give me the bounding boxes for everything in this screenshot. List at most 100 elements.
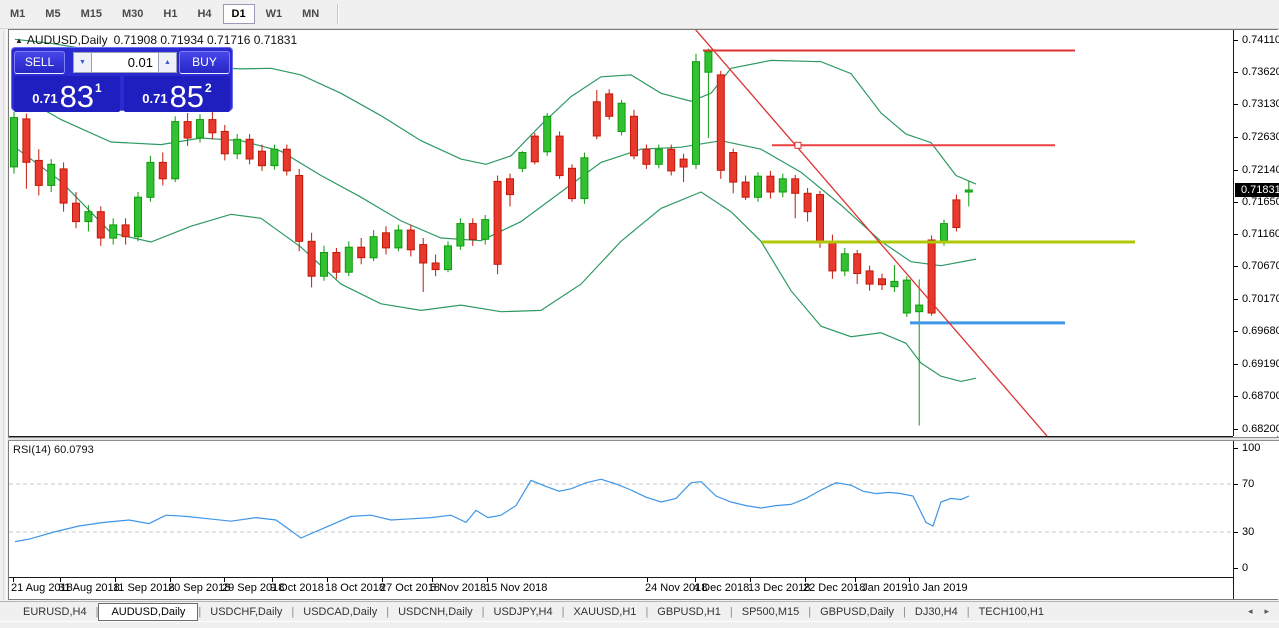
sell-button[interactable]: SELL — [14, 51, 65, 74]
price-axis[interactable]: 0.741100.736200.731300.726300.721400.716… — [1233, 30, 1279, 436]
rsi-canvas[interactable] — [9, 441, 1233, 577]
chart-tab-gbpusd-h1[interactable]: GBPUSD,H1 — [648, 604, 730, 620]
volume-increase-icon[interactable]: ▲ — [159, 52, 177, 73]
chart-tab-usdcnh-daily[interactable]: USDCNH,Daily — [389, 604, 482, 620]
chart-tab-audusd-daily[interactable]: AUDUSD,Daily — [98, 603, 198, 621]
price-axis-tick — [1234, 364, 1238, 365]
date-axis-label: 31 Aug 2018 — [58, 582, 120, 594]
window-gutter — [3, 30, 7, 600]
rsi-axis[interactable]: 10070300 — [1233, 441, 1279, 578]
price-axis-tick — [1234, 429, 1238, 430]
chart-symbol-label: AUDUSD,Daily — [27, 33, 108, 47]
candle-body — [358, 247, 365, 258]
price-axis-label: 0.71160 — [1242, 228, 1279, 240]
candle-body — [618, 103, 625, 131]
chart-tab-usdchf-daily[interactable]: USDCHF,Daily — [201, 604, 291, 620]
timeframe-button-d1[interactable]: D1 — [223, 4, 255, 24]
candle-body — [469, 224, 476, 240]
candle-body — [606, 94, 613, 116]
volume-input[interactable]: 0.01 — [92, 52, 159, 73]
timeframe-button-m5[interactable]: M5 — [36, 4, 69, 24]
candle-body — [48, 164, 55, 185]
trade-panel-controls-row: SELL ▼ 0.01 ▲ BUY — [14, 50, 230, 75]
timeframe-button-h4[interactable]: H4 — [188, 4, 220, 24]
price-chart-area[interactable]: ▲ AUDUSD,Daily 0.71908 0.71934 0.71716 0.7… — [9, 30, 1233, 437]
candle-body — [569, 168, 576, 198]
price-axis-tick — [1234, 170, 1238, 171]
price-axis-label: 0.69190 — [1242, 358, 1279, 370]
buy-price-big: 85 — [170, 84, 204, 110]
candle-body — [507, 179, 514, 195]
candle-body — [296, 176, 303, 242]
candle-body — [147, 162, 154, 197]
candle-body — [581, 158, 588, 199]
candle-body — [73, 203, 80, 221]
timeframe-button-h1[interactable]: H1 — [154, 4, 186, 24]
price-axis-label: 0.74110 — [1242, 34, 1279, 46]
candle-body — [383, 233, 390, 248]
chart-tab-sp500-m15[interactable]: SP500,M15 — [733, 604, 808, 620]
candle-body — [197, 120, 204, 138]
date-axis-label: 13 Dec 2018 — [748, 582, 810, 594]
chart-title: ▲ AUDUSD,Daily 0.71908 0.71934 0.71716 0.7… — [15, 33, 297, 47]
date-axis-label: 15 Nov 2018 — [485, 582, 547, 594]
buy-button[interactable]: BUY — [179, 51, 230, 74]
tab-scroll-right-icon[interactable]: ▸ — [1264, 606, 1269, 617]
price-axis-label: 0.69680 — [1242, 325, 1279, 337]
timeframe-button-m15[interactable]: M15 — [72, 4, 111, 24]
buy-price-base: 0.71 — [142, 91, 167, 106]
volume-decrease-icon[interactable]: ▼ — [73, 52, 92, 73]
sell-price-pip: 1 — [95, 81, 102, 95]
timeframe-button-m1[interactable]: M1 — [1, 4, 34, 24]
descending-trendline-object[interactable] — [695, 30, 1047, 436]
timeframe-button-w1[interactable]: W1 — [257, 4, 292, 24]
chart-tab-dj30-h4[interactable]: DJ30,H4 — [906, 604, 967, 620]
candle-body — [110, 225, 117, 238]
timeframe-button-m30[interactable]: M30 — [113, 4, 152, 24]
chart-tab-xauusd-h1[interactable]: XAUUSD,H1 — [564, 604, 645, 620]
date-axis-label: 1 Jan 2019 — [853, 582, 907, 594]
date-axis[interactable]: 21 Aug 201831 Aug 201811 Sep 201820 Sep … — [9, 578, 1233, 599]
tab-scroll-left-icon[interactable]: ◂ — [1248, 606, 1253, 617]
candle-body — [234, 139, 241, 154]
chart-tab-usdcad-daily[interactable]: USDCAD,Daily — [294, 604, 386, 620]
candle-body — [829, 241, 836, 271]
chart-tab-tech100-h1[interactable]: TECH100,H1 — [970, 604, 1053, 620]
date-axis-label: 11 Sep 2018 — [113, 582, 175, 594]
candle-body — [457, 224, 464, 246]
rsi-axis-tick — [1234, 532, 1238, 533]
candle-body — [531, 136, 538, 162]
collapse-icon[interactable]: ▲ — [15, 36, 23, 45]
candle-body — [60, 169, 67, 203]
candle-body — [643, 149, 650, 164]
buy-price-display[interactable]: 0.71 85 2 — [124, 76, 230, 112]
candle-body — [172, 122, 179, 179]
chart-tab-eurusd-h4[interactable]: EURUSD,H4 — [14, 604, 96, 620]
price-axis-tick — [1234, 266, 1238, 267]
price-axis-label: 0.68200 — [1242, 423, 1279, 435]
chart-ohlc-values: 0.71908 0.71934 0.71716 0.71831 — [114, 33, 298, 47]
price-axis-tick — [1234, 234, 1238, 235]
timeframe-button-mn[interactable]: MN — [293, 4, 328, 24]
candle-body — [494, 181, 501, 264]
rsi-indicator-panel[interactable]: RSI(14) 60.0793 — [9, 441, 1233, 578]
candle-body — [841, 254, 848, 271]
chart-tab-usdjpy-h4[interactable]: USDJPY,H4 — [485, 604, 562, 620]
candle-body — [321, 253, 328, 277]
price-axis-tick — [1234, 72, 1238, 73]
timeframe-button-group: M1M5M15M30H1H4D1W1MN — [0, 4, 329, 24]
chart-tab-gbpusd-daily[interactable]: GBPUSD,Daily — [811, 604, 903, 620]
price-axis-label: 0.70170 — [1242, 293, 1279, 305]
candle-body — [755, 176, 762, 197]
sell-price-display[interactable]: 0.71 83 1 — [14, 76, 120, 112]
chart-tab-bar: EURUSD,H4|AUDUSD,Daily|USDCHF,Daily|USDC… — [0, 601, 1279, 621]
candle-body — [779, 179, 786, 192]
candle-body — [246, 139, 253, 159]
candle-body — [556, 136, 563, 176]
trendline-handle[interactable] — [795, 142, 801, 148]
candle-body — [854, 254, 861, 274]
current-price-tag: 0.71831 — [1235, 183, 1279, 197]
candle-body — [35, 160, 42, 185]
tab-scroll-arrows: ◂ ▸ — [1248, 606, 1269, 617]
rsi-axis-tick — [1234, 484, 1238, 485]
